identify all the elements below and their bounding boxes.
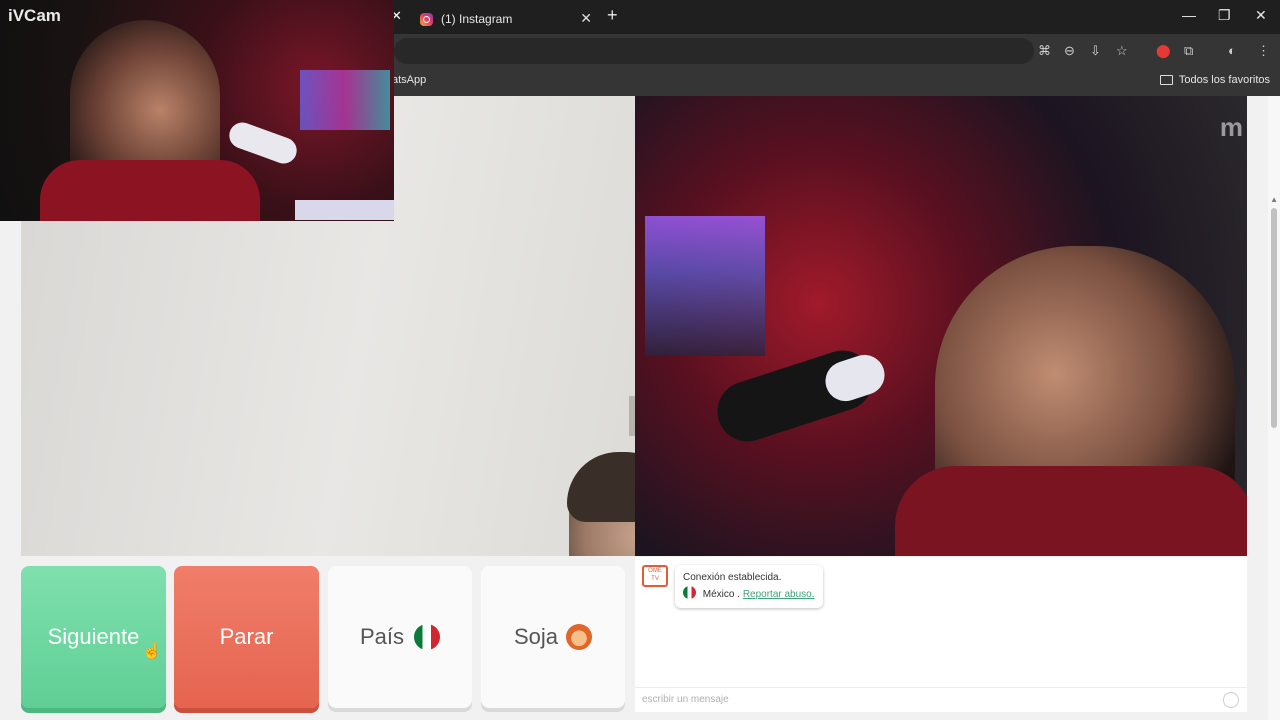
tab-close-icon[interactable]: ✕ (580, 10, 592, 27)
tab-instagram[interactable]: (1) Instagram ✕ (406, 4, 602, 34)
extension-icon[interactable]: ⬤ (1156, 43, 1171, 59)
self-hoodie (895, 466, 1247, 556)
ivcam-rgb-light (300, 70, 390, 130)
stop-button[interactable]: Parar (174, 566, 319, 708)
rgb-light (645, 216, 765, 356)
gender-button-label: Soja (513, 624, 559, 649)
separator: . (737, 589, 741, 600)
chat-panel: OME TV Conexión establecida. México . Re… (635, 557, 1247, 712)
watermark: m (1219, 112, 1243, 142)
message-input[interactable]: escribir un mensaje (635, 687, 1247, 712)
new-tab-button[interactable]: + (607, 5, 618, 26)
report-abuse-link[interactable]: Reportar abuso. (743, 589, 815, 600)
stranger-hair (567, 452, 635, 522)
folder-icon (1159, 75, 1173, 85)
woman-emoji-icon (566, 624, 593, 650)
ivcam-keyboard (295, 200, 394, 220)
profile-avatar-icon[interactable]: ◐ (1228, 43, 1236, 58)
message-placeholder: escribir un mensaje (642, 694, 729, 705)
country-name: México (702, 589, 735, 600)
ivcam-label: iVCam (8, 6, 61, 25)
next-button[interactable]: Siguiente (21, 566, 166, 708)
ivcam-microphone (225, 118, 301, 168)
gender-button[interactable]: Soja (481, 566, 625, 708)
country-button[interactable]: País (328, 566, 472, 708)
translate-icon[interactable]: ⌘ (1038, 43, 1051, 59)
zoom-icon[interactable]: ⊖ (1064, 43, 1075, 59)
all-favorites-folder[interactable]: Todos los favoritos (1159, 74, 1270, 86)
ometv-logo-icon: OME TV (642, 565, 668, 587)
bookmark-star-icon[interactable]: ☆ (1116, 43, 1128, 59)
scroll-up-arrow-icon[interactable]: ▲ (1270, 195, 1278, 204)
scroll-thumb[interactable] (1271, 208, 1277, 428)
bookmark-whatsapp[interactable]: atsApp (392, 74, 426, 86)
restore-button[interactable]: ❐ (1218, 7, 1231, 24)
tab-title: (1) Instagram (441, 12, 513, 26)
ivcam-hoodie (40, 160, 260, 221)
mexico-flag-icon (414, 624, 441, 650)
hand-cursor-icon: ☝ (142, 643, 162, 660)
all-favorites-label: Todos los favoritos (1178, 74, 1270, 86)
emoji-icon[interactable] (1223, 692, 1239, 708)
stop-button-label: Parar (219, 624, 274, 649)
next-button-label: Siguiente (47, 624, 140, 649)
address-bar[interactable] (394, 38, 1034, 64)
self-video: m (635, 96, 1247, 556)
mexico-flag-small-icon (683, 586, 696, 599)
browser-menu-icon[interactable]: ⋮ (1257, 43, 1270, 59)
extensions-puzzle-icon[interactable]: ⧉ (1184, 43, 1193, 59)
minimize-button[interactable]: — (1182, 7, 1196, 23)
install-app-icon[interactable]: ⇩ (1090, 43, 1101, 59)
country-line: México . Reportar abuso. (683, 586, 815, 603)
system-message: Conexión establecida. México . Reportar … (675, 565, 823, 608)
page-scrollbar[interactable]: ▲ (1268, 96, 1280, 720)
instagram-icon (420, 12, 433, 26)
ivcam-overlay: iVCam (0, 0, 394, 221)
window-close-button[interactable]: ✕ (1255, 7, 1267, 24)
connection-status: Conexión establecida. (683, 572, 782, 583)
country-button-label: País (359, 624, 405, 649)
